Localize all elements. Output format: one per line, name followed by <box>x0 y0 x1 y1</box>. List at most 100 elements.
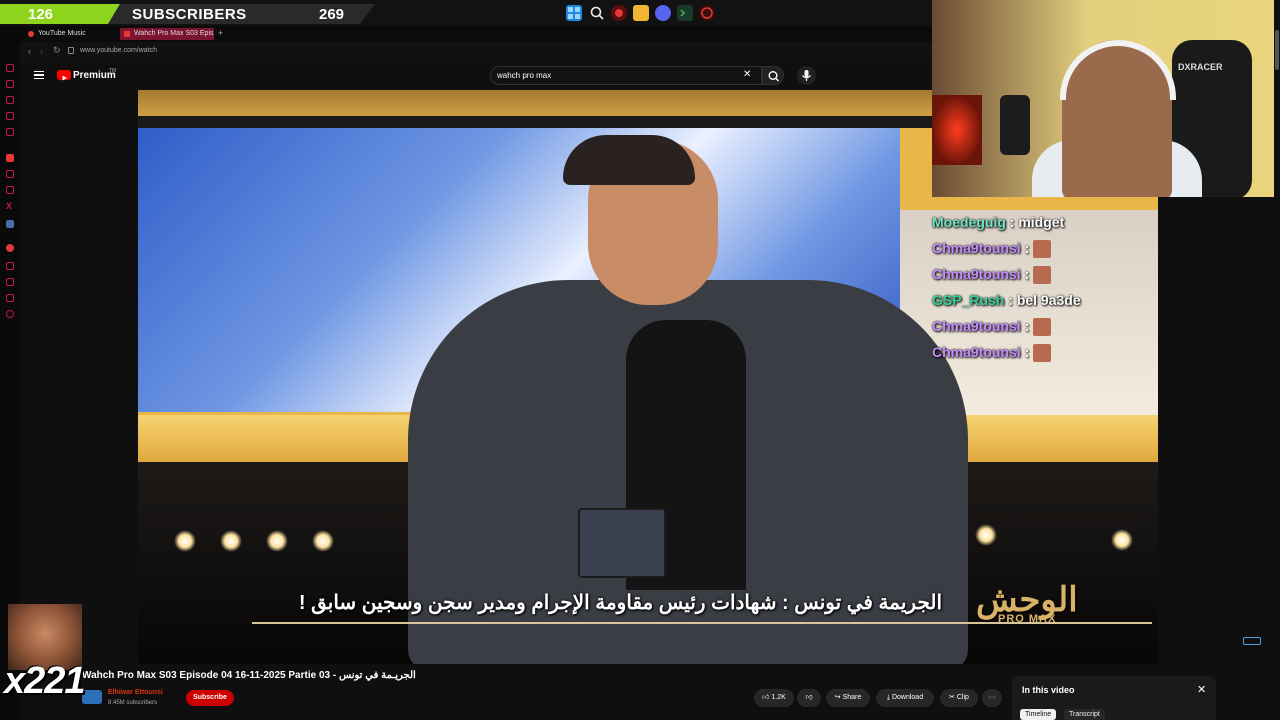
chat-message: GSP_Rush : bel 9a3de <box>932 292 1081 308</box>
chat-username: Chma9tounsi <box>932 240 1021 256</box>
tab-label: YouTube Music <box>38 30 86 37</box>
streamer-webcam: DXRACER <box>932 0 1280 197</box>
dislike-button[interactable]: 👎︎ <box>797 689 821 707</box>
channel-avatar[interactable] <box>82 690 102 704</box>
discord-icon[interactable] <box>655 5 671 21</box>
clear-search-icon[interactable]: ✕ <box>743 69 751 80</box>
download-icon: ⤓ <box>886 694 890 701</box>
share-button[interactable]: ↪ Share <box>826 689 870 707</box>
share-label: Share <box>842 694 862 701</box>
clip-button[interactable]: ✂ Clip <box>940 689 978 707</box>
host-hair <box>563 135 695 185</box>
channel-name[interactable]: Elhiwar Ettounsi <box>108 689 163 696</box>
youtube-logo-icon[interactable] <box>57 70 71 81</box>
chat-username: Chma9tounsi <box>932 318 1021 334</box>
tab-label: Wahch Pro Max S03 Epis <box>134 30 214 37</box>
sidebar-icon-5[interactable] <box>6 128 14 136</box>
chat-message: Chma9tounsi : <box>932 240 1052 260</box>
webcam-led-light <box>932 95 982 165</box>
windows-icon[interactable] <box>566 5 582 21</box>
sidebar-icon-7[interactable] <box>6 170 14 178</box>
subscriber-goal-fill <box>0 4 120 24</box>
back-arrow-icon[interactable]: ‹ <box>28 46 31 56</box>
record-icon[interactable] <box>611 5 627 21</box>
chat-message: Chma9tounsi : <box>932 318 1052 338</box>
reload-icon[interactable]: ↻ <box>53 45 61 56</box>
sidebar-icon-10[interactable] <box>6 244 14 252</box>
voice-search-button[interactable] <box>797 66 816 85</box>
more-actions-button[interactable]: ··· <box>982 689 1002 707</box>
page-right-margin <box>1158 197 1280 667</box>
scissors-icon: ✂ <box>949 694 955 701</box>
emote-icon <box>1033 240 1052 259</box>
tab-current-video[interactable]: Wahch Pro Max S03 Epis <box>120 28 214 40</box>
headset-icon <box>1060 40 1176 100</box>
url-text[interactable]: www.youtube.com/watch <box>80 47 157 54</box>
video-subtitle: الجريمة في تونس : شهادات رئيس مقاومة الإ… <box>298 592 942 614</box>
sidebar-icon-2[interactable] <box>6 80 14 88</box>
settings-icon[interactable] <box>6 310 14 318</box>
chat-text: midget <box>1018 214 1065 230</box>
x-icon[interactable]: X <box>6 201 12 211</box>
folder-icon[interactable] <box>633 5 649 21</box>
page-scrollbar[interactable] <box>1274 0 1280 720</box>
trademark-label: TM <box>109 68 117 74</box>
sidebar-icon-11[interactable] <box>6 262 14 270</box>
like-count: 1.2K <box>771 694 786 701</box>
emote-icon <box>1033 318 1052 337</box>
chat-text: bel 9a3de <box>1016 292 1081 308</box>
sidebar-icon-1[interactable] <box>6 64 14 72</box>
subscriber-current-count: 126 <box>28 6 54 23</box>
game-icon[interactable] <box>699 5 715 21</box>
new-tab-button[interactable]: + <box>218 28 223 38</box>
download-label: Download <box>891 694 924 701</box>
sidebar-icon-12[interactable] <box>6 278 14 286</box>
share-icon: ↪ <box>834 694 841 701</box>
search-icon <box>768 70 779 82</box>
close-icon[interactable]: ✕ <box>1197 683 1206 696</box>
emote-combo-count: x221 <box>4 660 86 702</box>
sidebar-icon-13[interactable] <box>6 294 14 302</box>
sidebar-icon-9[interactable] <box>6 220 14 228</box>
clip-label: Clip <box>956 694 969 701</box>
stage-light <box>312 530 334 552</box>
stage-light <box>174 530 196 552</box>
subscriber-goal-target: 269 <box>319 6 345 23</box>
tab-timeline[interactable]: Timeline <box>1020 709 1057 720</box>
youtube-music-icon <box>28 31 34 37</box>
emote-icon <box>1033 266 1052 285</box>
stage-light <box>975 524 997 546</box>
lock-icon <box>68 47 74 54</box>
terminal-icon[interactable] <box>677 5 693 21</box>
download-button[interactable]: ⤓ Download <box>876 689 934 707</box>
scrollbar-thumb[interactable] <box>1275 30 1279 70</box>
tab-transcript[interactable]: Transcript <box>1064 709 1105 720</box>
chat-username: GSP_Rush <box>932 292 1005 308</box>
subscribe-button[interactable]: Subscribe <box>186 690 234 706</box>
channel-subscriber-count: 8.45M subscribers <box>108 700 158 706</box>
chat-message: Chma9tounsi : <box>932 266 1052 286</box>
tab-youtube-music[interactable]: YouTube Music <box>24 28 118 40</box>
chat-message: Chma9tounsi : <box>932 344 1052 364</box>
sidebar-icon-8[interactable] <box>6 186 14 194</box>
youtube-icon <box>124 31 130 37</box>
like-button[interactable]: 👍︎ 1.2K <box>754 689 794 707</box>
youtube-header <box>20 62 932 90</box>
forward-arrow-icon[interactable]: › <box>40 46 43 56</box>
desk-phone-stand <box>578 508 666 578</box>
search-icon[interactable] <box>589 5 605 21</box>
panel-title: In this video <box>1022 685 1075 695</box>
watermark-icon <box>1243 637 1261 645</box>
hamburger-menu-icon[interactable] <box>34 71 44 79</box>
sidebar-icon-3[interactable] <box>6 96 14 104</box>
chat-username: Chma9tounsi <box>932 344 1021 360</box>
search-button[interactable] <box>762 66 784 85</box>
studio-dark-strip <box>138 116 938 128</box>
search-input-value[interactable]: wahch pro max <box>497 71 551 80</box>
microphone-icon <box>802 70 811 81</box>
stage-light <box>220 530 242 552</box>
stage-light <box>1111 529 1133 551</box>
show-logo-promax: PRO MAX <box>998 613 1057 625</box>
sidebar-icon-4[interactable] <box>6 112 14 120</box>
sidebar-icon-6[interactable] <box>6 154 14 162</box>
